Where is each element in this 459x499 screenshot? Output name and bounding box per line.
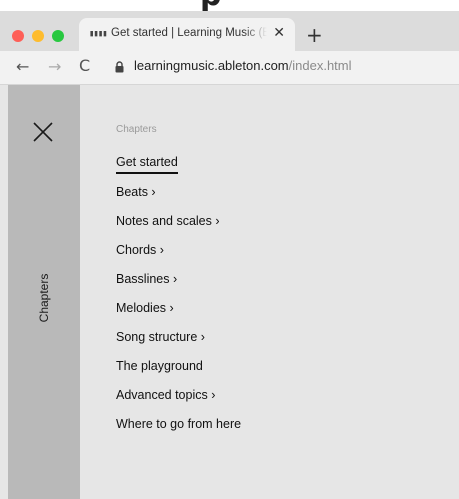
menu-item-advanced-topics[interactable]: Advanced topics › (116, 388, 215, 402)
address-bar[interactable]: learningmusic.ableton.com/index.html (134, 58, 352, 73)
new-tab-button[interactable]: + (306, 23, 323, 47)
page-content: Chapters Chapters Get started Beats › No… (0, 85, 459, 499)
menu-item-melodies[interactable]: Melodies › (116, 301, 174, 315)
menu-heading: Chapters (116, 124, 157, 135)
menu-item-notes-and-scales[interactable]: Notes and scales › (116, 214, 220, 228)
reload-icon[interactable]: C (79, 56, 90, 75)
forward-arrow-icon[interactable]: → (48, 57, 61, 76)
lock-icon (115, 61, 124, 73)
url-host: learningmusic.ableton.com (134, 58, 289, 73)
browser-tab-bar: ▮▮▮▮ Get started | Learning Music (Beta)… (0, 11, 459, 51)
menu-item-beats[interactable]: Beats › (116, 185, 156, 199)
close-x-icon[interactable] (32, 121, 54, 143)
cropped-glyph: p (200, 0, 221, 11)
minimize-window-button[interactable] (32, 30, 44, 42)
top-cropped-strip: p (0, 0, 459, 11)
menu-item-chords[interactable]: Chords › (116, 243, 164, 257)
close-window-button[interactable] (12, 30, 24, 42)
menu-item-basslines[interactable]: Basslines › (116, 272, 177, 286)
tab-title: Get started | Learning Music (Beta) (111, 27, 267, 39)
menu-item-get-started[interactable]: Get started (116, 155, 178, 174)
back-arrow-icon[interactable]: ← (16, 57, 29, 76)
sidebar-chapters-label[interactable]: Chapters (37, 274, 51, 323)
browser-tab[interactable]: ▮▮▮▮ Get started | Learning Music (Beta)… (79, 18, 295, 51)
ableton-favicon-icon: ▮▮▮▮ (89, 29, 108, 39)
menu-item-where-to-go-from-here[interactable]: Where to go from here (116, 417, 241, 431)
browser-toolbar: ← → C learningmusic.ableton.com/index.ht… (0, 51, 459, 85)
tab-close-icon[interactable]: ✕ (273, 25, 285, 41)
menu-item-song-structure[interactable]: Song structure › (116, 330, 205, 344)
zoom-window-button[interactable] (52, 30, 64, 42)
url-path: /index.html (288, 58, 352, 73)
menu-item-the-playground[interactable]: The playground (116, 359, 203, 373)
chapters-sidebar: Chapters (8, 85, 80, 499)
